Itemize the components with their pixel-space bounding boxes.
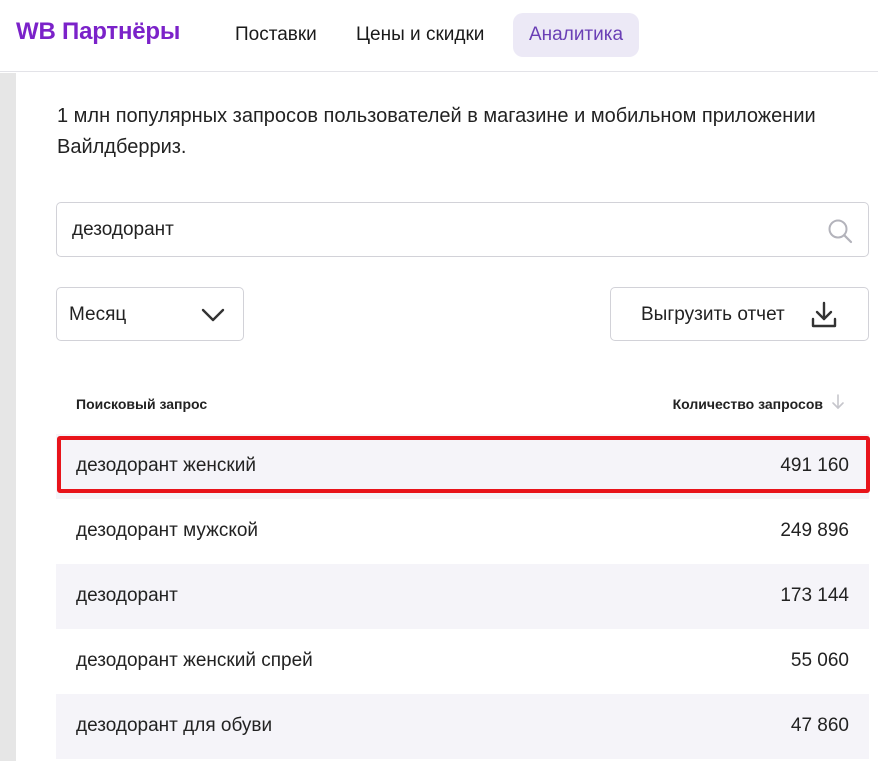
row-query: дезодорант мужской: [76, 520, 259, 541]
export-report-label: Выгрузить отчет: [641, 304, 785, 325]
search-icon[interactable]: [826, 217, 854, 245]
row-count: 249 896: [780, 520, 849, 541]
column-header-query: Поисковый запрос: [76, 396, 208, 412]
download-icon: [811, 301, 837, 328]
row-count: 47 860: [790, 715, 849, 736]
table-row[interactable]: дезодорант 173 144: [56, 564, 869, 629]
wb-partners-logo[interactable]: WB Партнёры: [16, 18, 180, 46]
table-row[interactable]: дезодорант для обуви 47 860: [56, 694, 869, 759]
row-query: дезодорант женский спрей: [76, 650, 313, 671]
chevron-down-icon: [201, 308, 225, 322]
period-select[interactable]: Месяц: [56, 287, 244, 341]
row-count: 491 160: [780, 455, 849, 476]
nav-item-analytics[interactable]: Аналитика: [513, 13, 640, 57]
export-report-button[interactable]: Выгрузить отчет: [610, 287, 869, 341]
arrow-down-icon[interactable]: [831, 393, 845, 411]
row-query: дезодорант: [76, 585, 178, 606]
table-row[interactable]: дезодорант женский 491 160: [56, 434, 869, 499]
top-navigation-bar: WB Партнёры Поставки Цены и скидки Анали…: [0, 0, 878, 72]
search-input[interactable]: дезодорант: [56, 202, 869, 257]
row-query: дезодорант женский: [76, 455, 256, 476]
left-sidebar-strip: [0, 73, 16, 761]
nav-item-supplies[interactable]: Поставки: [219, 13, 333, 57]
column-header-count[interactable]: Количество запросов: [673, 396, 823, 412]
table-row[interactable]: дезодорант мужской 249 896: [56, 499, 869, 564]
nav-item-prices-discounts[interactable]: Цены и скидки: [340, 13, 500, 57]
search-input-value[interactable]: дезодорант: [72, 219, 174, 241]
period-select-value: Месяц: [69, 304, 127, 325]
row-query: дезодорант для обуви: [76, 715, 273, 736]
table-row[interactable]: дезодорант женский спрей 55 060: [56, 629, 869, 694]
row-count: 173 144: [780, 585, 849, 606]
page-description: 1 млн популярных запросов пользователей …: [57, 105, 816, 158]
row-count: 55 060: [790, 650, 849, 671]
